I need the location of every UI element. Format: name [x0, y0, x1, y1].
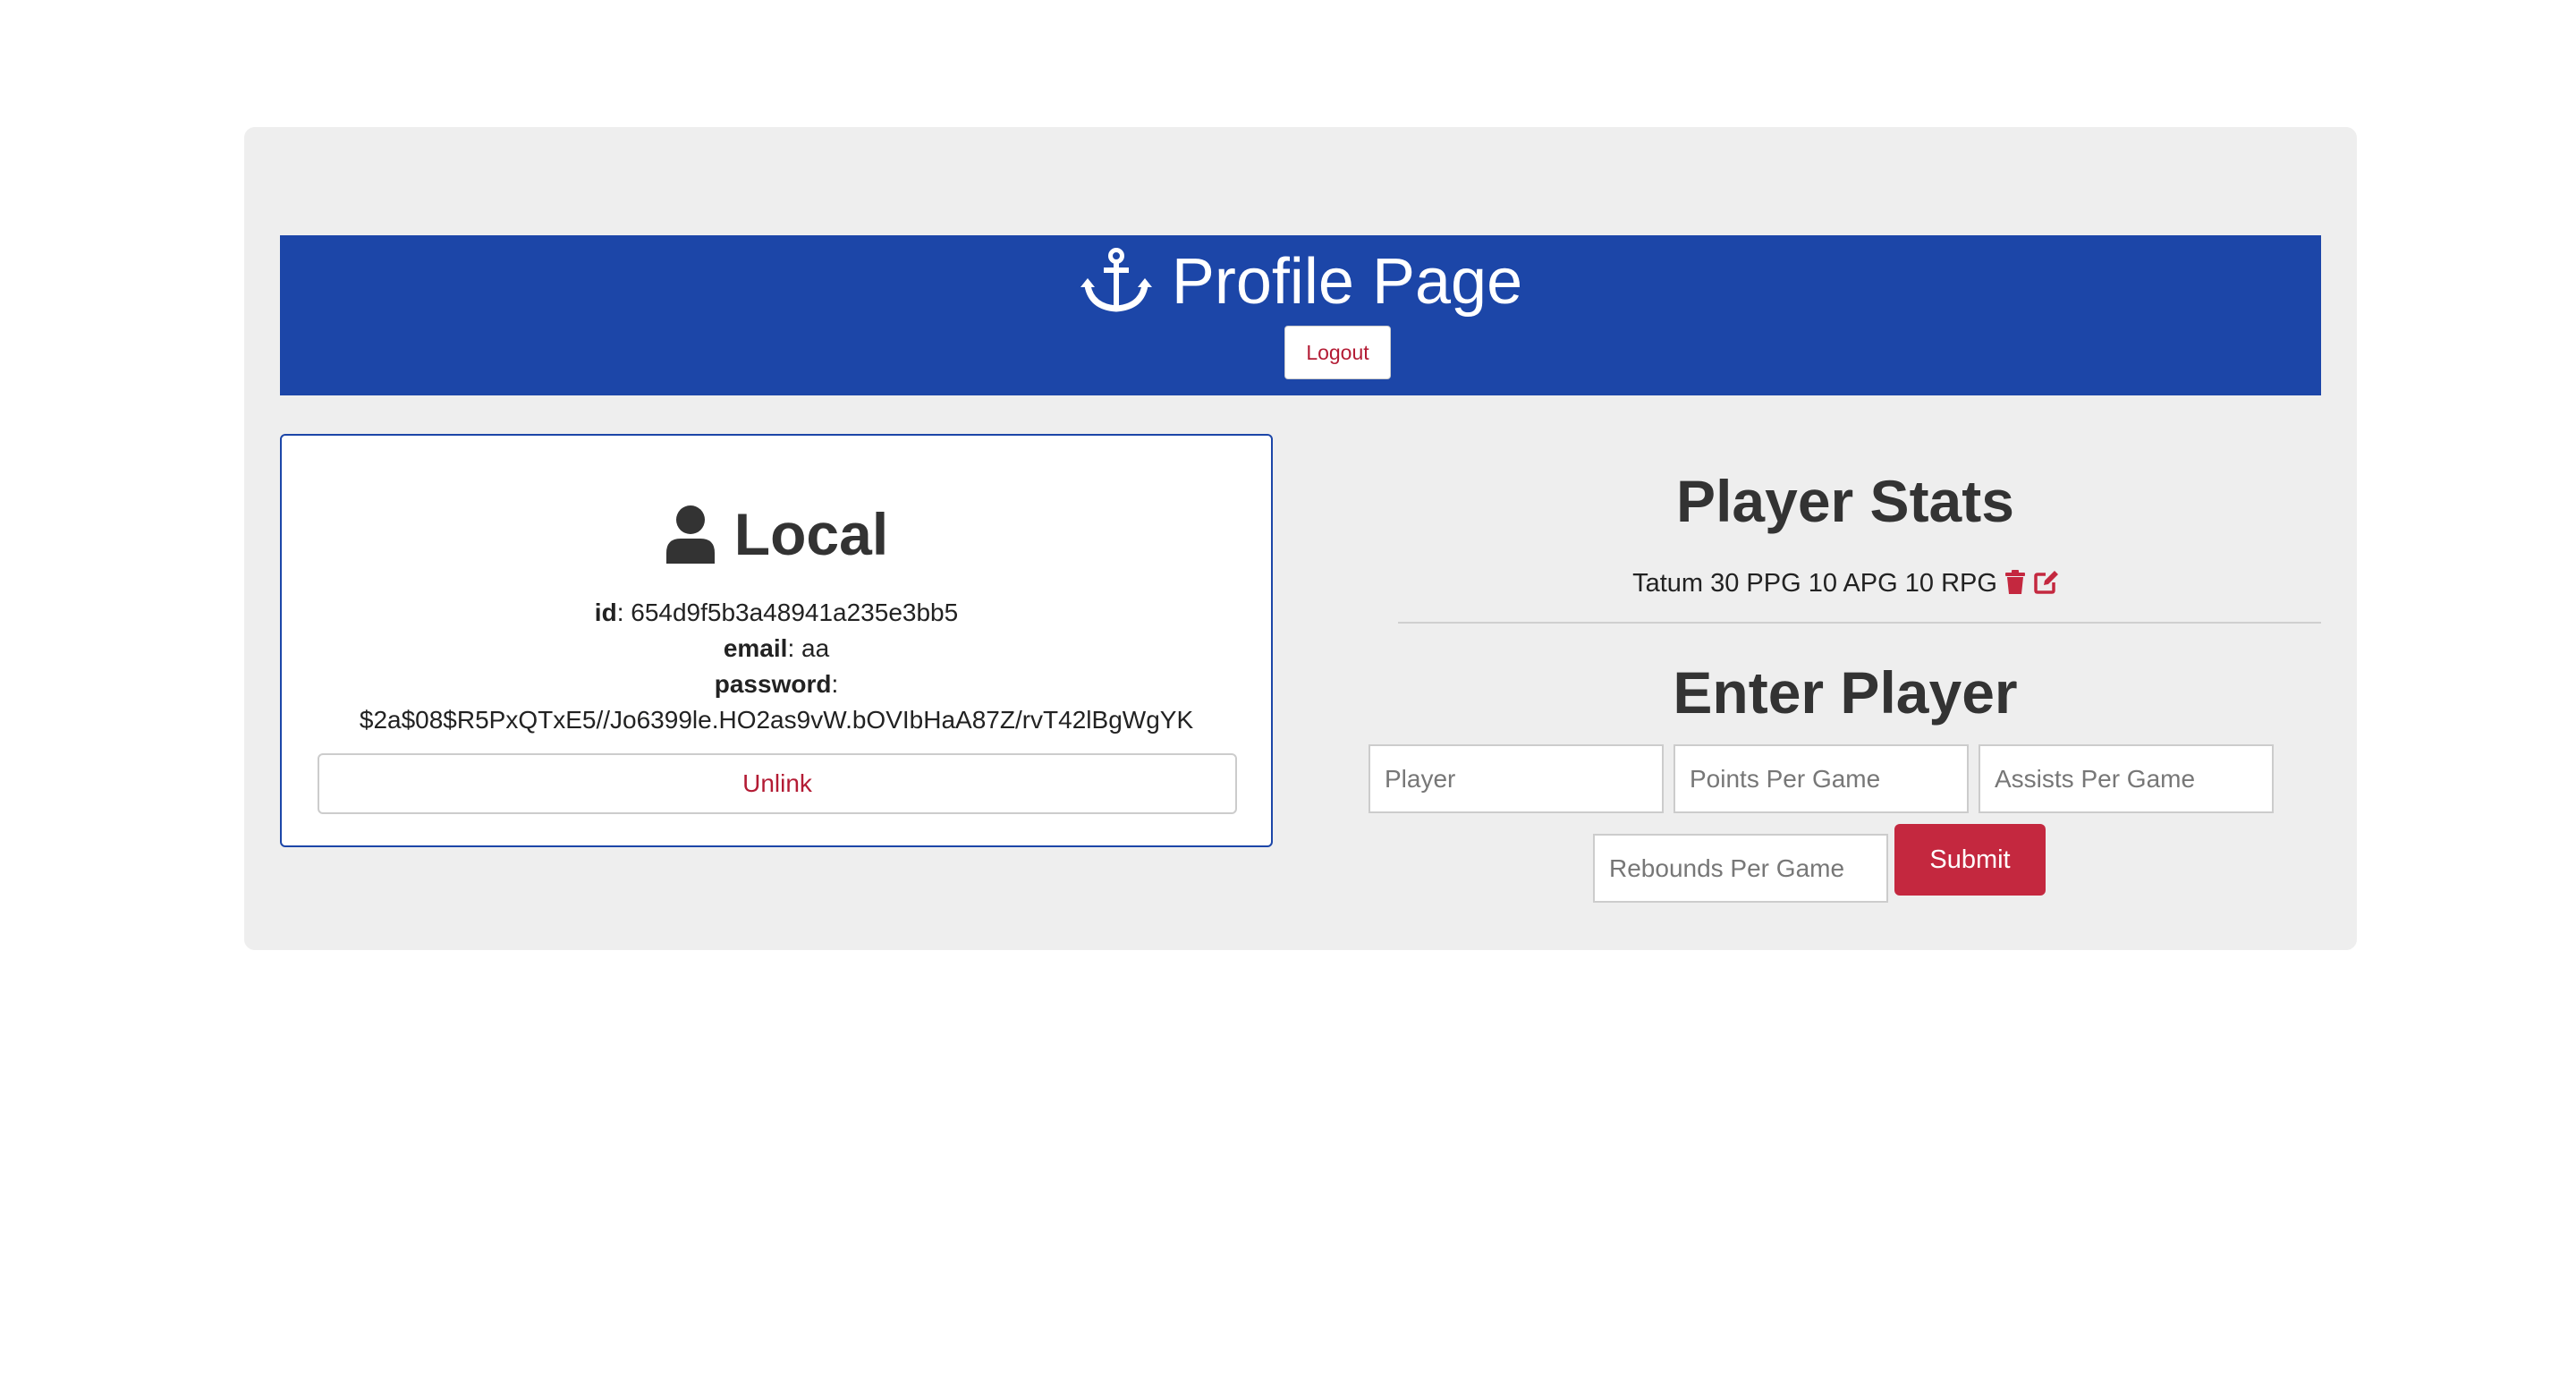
- submit-button[interactable]: Submit: [1894, 824, 2046, 896]
- rebounds-per-game-input[interactable]: [1593, 834, 1888, 903]
- player-stat-entry: Tatum 30 PPG 10 APG 10 RPG: [1369, 565, 2321, 605]
- local-title: Local: [282, 498, 1271, 570]
- local-account-card: Local id: 654d9f5b3a48941a235e3bb5 email…: [280, 434, 1273, 847]
- user-icon: [665, 505, 715, 564]
- unlink-button[interactable]: Unlink: [318, 753, 1237, 814]
- anchor-icon: [1080, 248, 1152, 312]
- email-label: email: [723, 634, 788, 662]
- id-label: id: [594, 599, 617, 626]
- password-row: password:: [714, 670, 839, 698]
- id-value: 654d9f5b3a48941a235e3bb5: [631, 599, 959, 626]
- id-row: id: 654d9f5b3a48941a235e3bb5: [594, 599, 959, 626]
- player-stats-title: Player Stats: [1676, 468, 2014, 534]
- divider: [1398, 622, 2321, 624]
- logout-button[interactable]: Logout: [1284, 326, 1391, 379]
- trash-icon[interactable]: [2004, 569, 2026, 605]
- page-title-text: Profile Page: [1171, 246, 1523, 318]
- edit-icon[interactable]: [2033, 569, 2058, 605]
- profile-container: Profile Page Logout Local id: 654d9f5b3a…: [244, 127, 2357, 950]
- enter-player-title: Enter Player: [1673, 659, 2018, 726]
- password-label: password: [714, 670, 832, 698]
- email-row: email: aa: [723, 634, 830, 662]
- page-title: Profile Page: [280, 244, 2321, 319]
- points-per-game-input[interactable]: [1674, 744, 1969, 813]
- local-title-text: Local: [733, 501, 889, 567]
- player-input[interactable]: [1368, 744, 1664, 813]
- password-value: $2a$08$R5PxQTxE5//Jo6399le.HO2as9vW.bOVI…: [359, 706, 1194, 734]
- assists-per-game-input[interactable]: [1979, 744, 2274, 813]
- email-value: aa: [801, 634, 830, 662]
- profile-header: Profile Page Logout: [280, 235, 2321, 395]
- player-stat-text: Tatum 30 PPG 10 APG 10 RPG: [1632, 569, 1997, 598]
